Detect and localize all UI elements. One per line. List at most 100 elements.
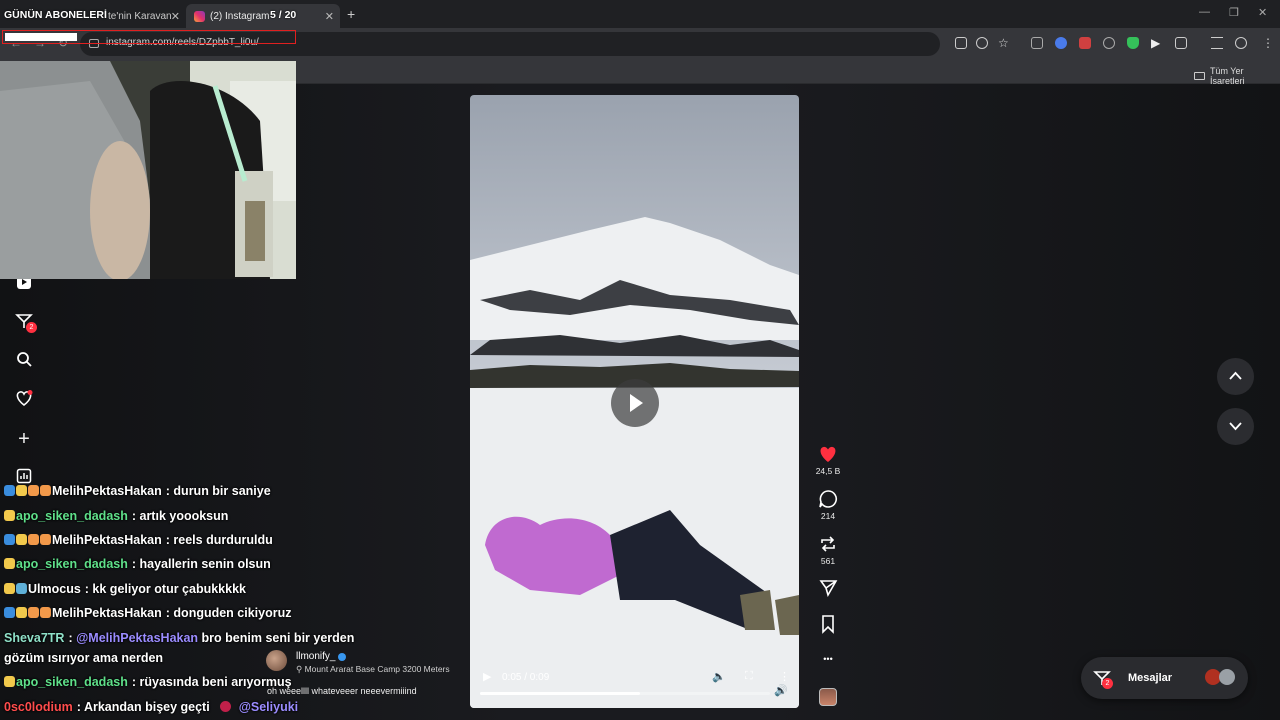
chat-message: apo_siken_dadash: hayallerin senin olsun: [4, 557, 271, 571]
verified-badge-icon: [338, 653, 346, 661]
window-close-icon[interactable]: ✕: [1258, 6, 1267, 19]
chat-badge-icon: [16, 607, 27, 618]
reel-video[interactable]: ▶ 0:05 / 0:09 🔈 ⛶ ⋮ 🔊: [470, 95, 799, 708]
extension-2-icon[interactable]: [1055, 37, 1067, 49]
menu-kebab-icon[interactable]: ⋮: [1262, 36, 1274, 50]
chat-text: : rüyasında beni arıyormuş: [131, 675, 292, 689]
video-progress-bar[interactable]: [480, 692, 770, 695]
profile-icon[interactable]: [1235, 37, 1247, 49]
play-small-icon[interactable]: ▶: [483, 670, 491, 683]
play-button[interactable]: [611, 379, 659, 427]
chat-badge-icon: [4, 485, 15, 496]
messages-sidebar-icon[interactable]: 2: [14, 312, 37, 333]
chat-text: : artık yoooksun: [131, 509, 229, 523]
media-controls-icon[interactable]: [1211, 37, 1223, 49]
chat-text: bro benim seni bir yerden: [198, 631, 355, 645]
extension-1-icon[interactable]: [1031, 37, 1043, 49]
install-app-icon[interactable]: [955, 37, 967, 49]
like-button[interactable]: 24,5 B: [808, 444, 848, 476]
video-options-icon[interactable]: ⋮: [779, 670, 790, 683]
comment-icon: [819, 490, 837, 508]
mute-icon[interactable]: 🔊: [774, 684, 788, 697]
browser-tab-bar: te'nin Karavan ✕ (2) Instagram ✕ + — ❐ ✕: [0, 0, 1280, 28]
repost-icon: [821, 536, 835, 552]
chat-text: : hayallerin senin olsun: [131, 557, 271, 571]
instagram-favicon-icon: [194, 10, 205, 22]
chat-badge-icon: [40, 534, 51, 545]
browser-tab-instagram[interactable]: (2) Instagram ✕: [186, 4, 340, 28]
chat-badge-icon: [28, 607, 39, 618]
volume-icon[interactable]: 🔈: [712, 670, 726, 683]
heart-icon[interactable]: [14, 390, 34, 410]
redaction-bar: [5, 33, 77, 41]
chat-username: apo_siken_dadash: [16, 675, 128, 689]
chat-message: Ulmocus: kk geliyor otur çabukkkkk: [4, 582, 246, 596]
repost-button[interactable]: 561: [808, 534, 848, 566]
messages-badge: 2: [1102, 678, 1113, 689]
reel-location[interactable]: ⚲ Mount Ararat Base Camp 3200 Meters: [296, 664, 450, 675]
tab-title: (2) Instagram: [210, 10, 270, 22]
close-tab-icon[interactable]: ✕: [171, 10, 180, 23]
screen: te'nin Karavan ✕ (2) Instagram ✕ + — ❐ ✕…: [0, 0, 1280, 720]
extension-4-icon[interactable]: [1103, 37, 1115, 49]
chat-text: : Arkandan bişey geçti: [76, 700, 210, 714]
video-controls: ▶ 0:05 / 0:09 🔈 ⛶ ⋮ 🔊: [470, 662, 799, 708]
next-reel-button[interactable]: [1217, 408, 1254, 445]
chat-badge-icon: [16, 534, 27, 545]
media-play-icon[interactable]: ▶: [1151, 36, 1160, 50]
close-tab-icon[interactable]: ✕: [325, 10, 334, 23]
extension-3-icon[interactable]: [1079, 37, 1091, 49]
chat-username: apo_siken_dadash: [16, 509, 128, 523]
chat-text: : donguden cikiyoruz: [165, 606, 292, 620]
all-bookmarks-label: Tüm Yer İşaretleri: [1209, 66, 1245, 86]
password-key-icon[interactable]: [976, 37, 988, 49]
chat-username: MelihPektasHakan: [52, 484, 162, 498]
chat-badge-icon: [4, 558, 15, 569]
notifications-badge: 2: [26, 322, 37, 333]
chat-emote-icon: [219, 701, 231, 712]
maximize-icon[interactable]: ❐: [1229, 6, 1239, 19]
previous-reel-button[interactable]: [1217, 358, 1254, 395]
chat-username: Sheva7TR: [4, 631, 65, 645]
video-progress-fill: [480, 692, 640, 695]
fullscreen-icon[interactable]: ⛶: [745, 670, 753, 683]
chat-message: MelihPektasHakan: durun bir saniye: [4, 484, 271, 498]
chat-message: apo_siken_dadash: artık yoooksun: [4, 509, 228, 523]
save-button[interactable]: [808, 614, 848, 634]
create-plus-icon[interactable]: +: [14, 429, 34, 449]
messages-button[interactable]: 2 Mesajlar: [1081, 657, 1248, 699]
chat-username: apo_siken_dadash: [16, 557, 128, 571]
chat-text: gözüm ısırıyor ama nerden: [4, 651, 164, 665]
message-avatar-2: [1219, 669, 1235, 685]
chat-text: : durun bir saniye: [165, 484, 271, 498]
likes-count: 24,5 B: [815, 466, 841, 476]
search-icon[interactable]: [14, 351, 34, 371]
reposts-count: 561: [820, 556, 836, 566]
stream-overlay-title: GÜNÜN ABONELERİ: [4, 9, 107, 21]
chat-message: MelihPektasHakan: reels durduruldu: [4, 533, 273, 547]
chat-username: MelihPektasHakan: [52, 533, 162, 547]
chat-badge-icon: [28, 534, 39, 545]
comment-button[interactable]: 214: [808, 489, 848, 521]
browser-tab-karavan[interactable]: te'nin Karavan ✕: [100, 4, 186, 28]
folder-icon: [1194, 72, 1205, 80]
author-avatar[interactable]: [266, 650, 287, 671]
chat-username: 0sc0lodium: [4, 700, 73, 714]
chat-badge-icon: [4, 534, 15, 545]
stream-overlay-counter: 5 / 20: [270, 9, 297, 21]
tab-title: te'nin Karavan: [108, 10, 172, 22]
chat-badge-icon: [40, 607, 51, 618]
author-name[interactable]: llmonify_: [296, 651, 335, 662]
shield-extension-icon[interactable]: [1127, 37, 1139, 49]
more-options-icon[interactable]: •••: [808, 654, 848, 664]
chat-message: MelihPektasHakan: donguden cikiyoruz: [4, 606, 291, 620]
chevron-down-icon: [1229, 422, 1242, 431]
extensions-puzzle-icon[interactable]: [1175, 37, 1187, 49]
minimize-icon[interactable]: —: [1199, 6, 1210, 18]
share-button[interactable]: [808, 578, 848, 598]
audio-thumbnail[interactable]: [819, 688, 837, 706]
new-tab-button[interactable]: +: [347, 6, 355, 22]
all-bookmarks-folder[interactable]: Tüm Yer İşaretleri: [1194, 66, 1280, 86]
chat-username: MelihPektasHakan: [52, 606, 162, 620]
bookmark-star-icon[interactable]: ☆: [998, 36, 1009, 50]
